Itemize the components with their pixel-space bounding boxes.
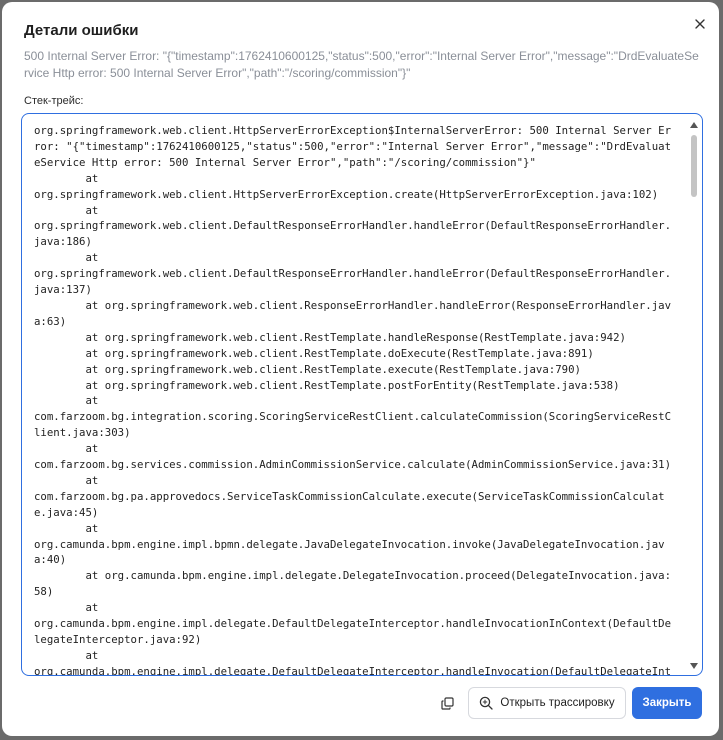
scroll-up-arrow[interactable] xyxy=(689,120,699,130)
triangle-down-icon xyxy=(690,663,698,669)
vertical-scrollbar[interactable] xyxy=(689,118,699,671)
scroll-thumb[interactable] xyxy=(691,135,697,197)
open-trace-button[interactable]: Открыть трассировку xyxy=(468,687,626,719)
close-dialog-button[interactable] xyxy=(690,14,710,34)
stack-trace-content: org.springframework.web.client.HttpServe… xyxy=(34,124,672,676)
close-button-label: Закрыть xyxy=(642,697,692,709)
open-trace-label: Открыть трассировку xyxy=(500,697,615,709)
stack-trace-textarea[interactable]: org.springframework.web.client.HttpServe… xyxy=(21,113,703,676)
close-button[interactable]: Закрыть xyxy=(632,687,702,719)
search-trace-icon xyxy=(480,696,494,710)
close-icon xyxy=(695,19,705,29)
dialog-title: Детали ошибки xyxy=(24,22,139,39)
error-message: 500 Internal Server Error: "{"timestamp"… xyxy=(24,49,699,80)
error-details-dialog: Детали ошибки 500 Internal Server Error:… xyxy=(2,2,719,736)
triangle-up-icon xyxy=(690,122,698,128)
copy-button[interactable] xyxy=(432,690,462,716)
stack-trace-label: Стек-трейс: xyxy=(24,95,84,107)
scroll-down-arrow[interactable] xyxy=(689,661,699,671)
copy-icon xyxy=(440,696,454,710)
